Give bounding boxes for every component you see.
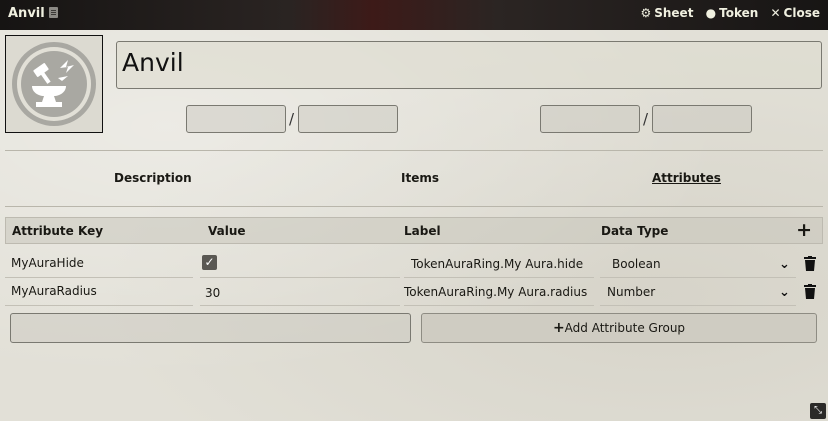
window-header[interactable]: Anvil ⚙ Sheet ● Token ✕ Close — [0, 0, 828, 30]
attribute-group-name-input[interactable] — [10, 313, 411, 343]
window-controls: ⚙ Sheet ● Token ✕ Close — [632, 6, 820, 20]
input-underline — [404, 305, 594, 306]
resize-handle[interactable]: ⤡ — [810, 403, 826, 419]
attribute-key-field[interactable]: MyAuraHide — [11, 256, 84, 270]
document-icon[interactable] — [48, 7, 58, 18]
token-label: Token — [719, 6, 759, 20]
character-sheet-window: Anvil ⚙ Sheet ● Token ✕ Close Anvil / / Des… — [0, 0, 828, 421]
divider — [5, 206, 823, 207]
plus-icon: + — [552, 320, 565, 336]
sheet-config-button[interactable]: ⚙ Sheet — [640, 6, 693, 20]
attributes-table-header: Attribute Key Value Label Data Type + — [5, 217, 823, 244]
column-header-label: Label — [404, 224, 441, 238]
window-title-text: Anvil — [8, 6, 45, 21]
attribute-row: MyAuraRadius 30 TokenAuraRing.My Aura.ra… — [5, 278, 823, 306]
attribute-label-field[interactable]: TokenAuraRing.My Aura.hide — [411, 257, 583, 271]
separator-slash: / — [643, 110, 649, 128]
chevron-down-icon[interactable]: ⌄ — [779, 257, 790, 272]
close-icon: ✕ — [770, 6, 781, 20]
name-field-value: Anvil — [122, 48, 184, 77]
add-attribute-button[interactable]: + — [796, 219, 812, 241]
chevron-down-icon[interactable]: ⌄ — [779, 285, 790, 300]
close-button[interactable]: ✕ Close — [770, 6, 820, 20]
attribute-row: MyAuraHide ✓ TokenAuraRing.My Aura.hide … — [5, 250, 823, 278]
profile-image[interactable] — [5, 35, 103, 133]
input-underline — [5, 305, 193, 306]
anvil-icon — [12, 42, 96, 126]
resource-1-value-input[interactable] — [186, 105, 286, 133]
attribute-key-field[interactable]: MyAuraRadius — [11, 284, 97, 298]
trash-icon[interactable] — [804, 256, 816, 271]
check-icon: ✓ — [204, 255, 215, 269]
tab-attributes[interactable]: Attributes — [652, 171, 721, 185]
attribute-value-checkbox[interactable]: ✓ — [202, 255, 217, 270]
window-title: Anvil — [8, 6, 58, 21]
user-circle-icon: ● — [705, 6, 717, 20]
input-underline — [600, 305, 796, 306]
column-header-key: Attribute Key — [12, 224, 104, 238]
tab-description[interactable]: Description — [114, 171, 192, 185]
tab-items[interactable]: Items — [401, 171, 439, 185]
column-header-value: Value — [208, 224, 246, 238]
column-header-data-type: Data Type — [601, 224, 669, 238]
name-field[interactable]: Anvil — [116, 41, 822, 89]
resource-2-value-input[interactable] — [540, 105, 640, 133]
resize-icon: ⤡ — [814, 405, 822, 416]
trash-icon[interactable] — [804, 284, 816, 299]
gear-icon: ⚙ — [640, 6, 652, 20]
resource-1-max-input[interactable] — [298, 105, 398, 133]
divider — [5, 150, 823, 151]
data-type-select[interactable]: Number — [607, 285, 655, 299]
sheet-label: Sheet — [654, 6, 694, 20]
attribute-label-field[interactable]: TokenAuraRing.My Aura.radius — [404, 285, 587, 299]
resource-2-max-input[interactable] — [652, 105, 752, 133]
close-label: Close — [783, 6, 820, 20]
separator-slash: / — [289, 110, 295, 128]
attribute-value-field[interactable]: 30 — [205, 286, 220, 300]
input-underline — [200, 305, 400, 306]
add-attribute-group-button[interactable]: +Add Attribute Group — [421, 313, 817, 343]
add-attribute-group-label: Add Attribute Group — [564, 321, 686, 335]
data-type-select[interactable]: Boolean — [612, 257, 661, 271]
token-config-button[interactable]: ● Token — [706, 6, 759, 20]
